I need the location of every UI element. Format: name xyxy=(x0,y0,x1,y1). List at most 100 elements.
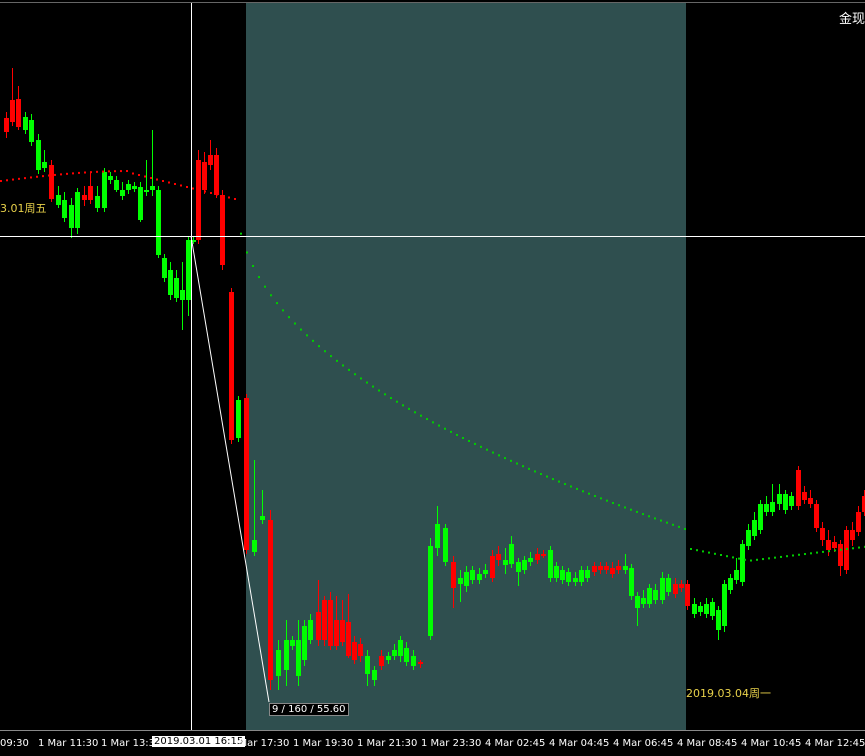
moving-average-dot xyxy=(690,548,692,550)
moving-average-dot xyxy=(792,554,794,557)
time-tick: 4 Mar 02:45 xyxy=(485,738,546,749)
moving-average-dot xyxy=(678,525,680,528)
time-tick: 4 Mar 12:45 xyxy=(805,738,865,749)
candle-body xyxy=(236,400,241,438)
moving-average-dot xyxy=(258,276,260,279)
moving-average-dot xyxy=(48,174,50,177)
candle-body xyxy=(284,640,289,670)
candle-body xyxy=(666,578,671,592)
candle-body xyxy=(290,640,295,646)
moving-average-dot xyxy=(588,492,590,495)
candle-body xyxy=(428,546,433,636)
candle-body xyxy=(56,195,61,205)
candle-body xyxy=(789,496,794,506)
candle-body xyxy=(653,590,658,600)
candle-body xyxy=(802,492,807,500)
moving-average-dot xyxy=(180,184,182,187)
candle-body xyxy=(334,620,339,646)
candle-body xyxy=(102,172,107,208)
candle-body xyxy=(229,292,234,440)
candle-body xyxy=(156,190,161,255)
moving-average-dot xyxy=(186,186,188,188)
candle-body xyxy=(728,578,733,590)
candle-body xyxy=(503,560,508,565)
candle-body xyxy=(856,512,861,532)
candle-body xyxy=(451,562,456,588)
price-chart[interactable] xyxy=(0,0,865,756)
time-axis: 09:30 1 Mar 11:30 1 Mar 13:30 2019.03.01… xyxy=(0,730,865,756)
candle-body xyxy=(548,550,553,578)
time-tick: 1 Mar 17:30 xyxy=(229,738,290,749)
candle-body xyxy=(208,155,213,165)
candle-body xyxy=(352,642,357,660)
candle-body xyxy=(95,196,100,208)
moving-average-dot xyxy=(780,555,782,558)
moving-average-dot xyxy=(324,350,326,353)
moving-average-dot xyxy=(210,192,212,194)
moving-average-dot xyxy=(660,519,662,522)
moving-average-dot xyxy=(378,389,380,392)
moving-average-dot xyxy=(810,552,812,555)
moving-average-dot xyxy=(774,556,776,559)
candle-body xyxy=(358,644,363,656)
moving-average-dot xyxy=(342,364,344,367)
moving-average-dot xyxy=(348,368,350,371)
candle-body xyxy=(541,554,546,556)
moving-average-dot xyxy=(714,552,716,555)
candle-body xyxy=(598,566,603,570)
moving-average-dot xyxy=(570,485,572,488)
moving-average-dot xyxy=(168,181,170,184)
candle-body xyxy=(641,598,646,604)
moving-average-dot xyxy=(312,339,314,342)
moving-average-dot xyxy=(252,265,254,268)
candle-body xyxy=(483,570,488,574)
candle-body xyxy=(528,558,533,562)
candle-body xyxy=(418,662,423,664)
moving-average-dot xyxy=(582,490,584,493)
candle-body xyxy=(144,190,149,192)
moving-average-dot xyxy=(408,407,410,410)
moving-average-dot xyxy=(750,559,752,562)
moving-average-dot xyxy=(372,385,374,388)
candle-body xyxy=(554,566,559,578)
moving-average-dot xyxy=(144,175,146,178)
moving-average-dot xyxy=(552,478,554,481)
moving-average-dot xyxy=(228,196,230,199)
moving-average-dot xyxy=(834,549,836,552)
moving-average-dot xyxy=(624,506,626,509)
candle-body xyxy=(604,566,609,570)
symbol-label: 金现 xyxy=(838,12,865,27)
candle-body xyxy=(4,118,9,132)
candle-body xyxy=(710,602,715,616)
candle-body xyxy=(635,596,640,608)
moving-average-dot xyxy=(642,513,644,516)
moving-average-dot xyxy=(492,451,494,454)
day-separator-label-left: 3.01周五 xyxy=(0,202,47,215)
moving-average-dot xyxy=(822,550,824,553)
candle-body xyxy=(120,190,125,196)
time-tick: 1 Mar 11:30 xyxy=(38,738,99,749)
candle-body xyxy=(477,574,482,580)
moving-average-dot xyxy=(288,316,290,319)
moving-average-dot xyxy=(30,176,32,179)
candle-body xyxy=(196,160,201,240)
candle-body xyxy=(850,530,855,540)
candle-body xyxy=(458,578,463,584)
candle-body xyxy=(340,620,345,642)
candle-body xyxy=(777,494,782,504)
moving-average-dot xyxy=(534,470,536,473)
moving-average-dot xyxy=(462,436,464,439)
moving-average-dot xyxy=(276,302,278,305)
candle-body xyxy=(328,600,333,646)
moving-average-dot xyxy=(606,499,608,502)
candle-body xyxy=(316,612,321,640)
candle-body xyxy=(770,502,775,512)
moving-average-dot xyxy=(318,345,320,348)
ruler-readout: 9 / 160 / 55.60 xyxy=(269,703,349,716)
candle-body xyxy=(276,650,281,676)
candle-body xyxy=(62,200,67,218)
moving-average-dot xyxy=(162,180,164,182)
moving-average-dot xyxy=(846,548,848,550)
time-tick: 4 Mar 08:45 xyxy=(677,738,738,749)
candle-body xyxy=(443,528,448,562)
